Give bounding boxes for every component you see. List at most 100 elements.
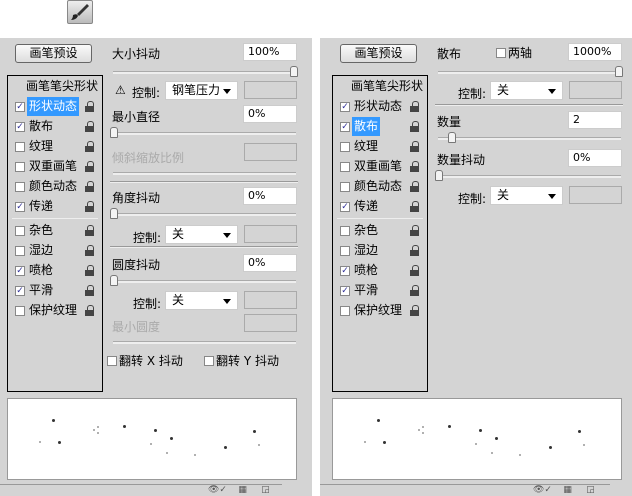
count-slider[interactable] (438, 132, 621, 143)
brush-option-item[interactable]: 画笔笔尖形状 (10, 77, 100, 96)
count-jitter-input[interactable]: 0% (568, 149, 622, 167)
brush-option-item[interactable]: 双重画笔 (10, 157, 100, 176)
size-control-select[interactable]: 钢笔压力 (165, 81, 238, 100)
checkbox-box[interactable] (204, 355, 214, 366)
lock-icon[interactable] (410, 201, 419, 212)
checkbox-box[interactable] (15, 245, 25, 256)
angle-jitter-slider[interactable] (110, 208, 296, 219)
lock-icon[interactable] (410, 305, 419, 316)
lock-icon[interactable] (410, 161, 419, 172)
roundness-jitter-slider[interactable] (110, 275, 296, 286)
lock-icon[interactable] (410, 225, 419, 236)
count-jitter-slider[interactable] (435, 170, 621, 181)
brush-option-item[interactable]: 双重画笔 (335, 157, 425, 176)
brush-preset-button[interactable]: 画笔预设 (340, 44, 417, 63)
checkbox-box[interactable] (340, 225, 350, 236)
slider-thumb[interactable] (110, 275, 118, 286)
checkbox-box[interactable]: ✓ (15, 101, 25, 112)
brush-option-item[interactable]: ✓ 传递 (10, 197, 100, 216)
lock-icon[interactable] (85, 161, 94, 172)
brush-option-item[interactable]: 杂色 (10, 221, 100, 240)
checkbox-box[interactable]: ✓ (340, 121, 350, 132)
slider-thumb[interactable] (290, 66, 298, 77)
lock-icon[interactable] (85, 121, 94, 132)
brush-option-item[interactable]: ✓ 喷枪 (10, 261, 100, 280)
brush-option-item[interactable]: 颜色动态 (10, 177, 100, 196)
checkbox-box[interactable]: ✓ (340, 285, 350, 296)
roundness-jitter-input[interactable]: 0% (243, 254, 297, 272)
lock-icon[interactable] (410, 285, 419, 296)
lock-icon[interactable] (410, 141, 419, 152)
lock-icon[interactable] (85, 285, 94, 296)
brush-option-item[interactable]: ✓ 形状动态 (10, 97, 100, 116)
brush-option-item[interactable]: 杂色 (335, 221, 425, 240)
roundness-control-select[interactable]: 关 (165, 291, 238, 310)
scatter-slider[interactable] (438, 66, 623, 77)
brush-option-item[interactable]: 颜色动态 (335, 177, 425, 196)
checkbox-box[interactable] (340, 141, 350, 152)
lock-icon[interactable] (410, 101, 419, 112)
slider-thumb[interactable] (110, 127, 118, 138)
scatter-control-select[interactable]: 关 (490, 81, 563, 100)
lock-icon[interactable] (85, 101, 94, 112)
checkbox-box[interactable] (340, 181, 350, 192)
slider-thumb[interactable] (435, 170, 443, 181)
brush-option-item[interactable]: ✓ 平滑 (335, 281, 425, 300)
brush-option-item[interactable]: 保护纹理 (335, 301, 425, 320)
brush-option-item[interactable]: 纹理 (10, 137, 100, 156)
slider-thumb[interactable] (615, 66, 623, 77)
brush-option-item[interactable]: 纹理 (335, 137, 425, 156)
checkbox-box[interactable]: ✓ (15, 201, 25, 212)
checkbox-box[interactable] (340, 161, 350, 172)
brush-option-item[interactable]: ✓ 喷枪 (335, 261, 425, 280)
checkbox-box[interactable] (340, 305, 350, 316)
brush-tools-icons[interactable]: 👁✓ ▦ ◲ (208, 485, 270, 495)
brush-option-item[interactable]: ✓ 散布 (10, 117, 100, 136)
lock-icon[interactable] (410, 265, 419, 276)
brush-option-item[interactable]: ✓ 传递 (335, 197, 425, 216)
checkbox-box[interactable]: ✓ (340, 101, 350, 112)
brush-option-item[interactable]: 保护纹理 (10, 301, 100, 320)
lock-icon[interactable] (410, 121, 419, 132)
flip-x-checkbox[interactable]: 翻转 X 抖动 (107, 352, 183, 369)
lock-icon[interactable] (410, 181, 419, 192)
angle-control-select[interactable]: 关 (165, 225, 238, 244)
checkbox-box[interactable] (15, 225, 25, 236)
min-diameter-slider[interactable] (110, 127, 296, 138)
size-jitter-slider[interactable] (113, 66, 298, 77)
scatter-input[interactable]: 1000% (568, 43, 622, 61)
checkbox-box[interactable] (15, 305, 25, 316)
min-diameter-input[interactable]: 0% (243, 105, 297, 123)
checkbox-box[interactable] (15, 141, 25, 152)
brush-option-item[interactable]: ✓ 形状动态 (335, 97, 425, 116)
size-jitter-input[interactable]: 100% (243, 43, 297, 61)
lock-icon[interactable] (410, 245, 419, 256)
flip-y-checkbox[interactable]: 翻转 Y 抖动 (204, 352, 279, 369)
checkbox-box[interactable] (15, 161, 25, 172)
checkbox-box[interactable]: ✓ (15, 121, 25, 132)
slider-thumb[interactable] (448, 132, 456, 143)
checkbox-box[interactable] (107, 355, 117, 366)
lock-icon[interactable] (85, 305, 94, 316)
slider-thumb[interactable] (110, 208, 118, 219)
brush-option-item[interactable]: 湿边 (335, 241, 425, 260)
lock-icon[interactable] (85, 181, 94, 192)
angle-jitter-input[interactable]: 0% (243, 187, 297, 205)
brush-option-item[interactable]: ✓ 散布 (335, 117, 425, 136)
checkbox-box[interactable]: ✓ (340, 201, 350, 212)
brush-option-item[interactable]: ✓ 平滑 (10, 281, 100, 300)
checkbox-box[interactable]: ✓ (15, 265, 25, 276)
brush-tool-button[interactable] (67, 0, 93, 24)
lock-icon[interactable] (85, 245, 94, 256)
count-input[interactable]: 2 (568, 111, 622, 129)
lock-icon[interactable] (85, 265, 94, 276)
checkbox-box[interactable]: ✓ (15, 285, 25, 296)
checkbox-box[interactable]: ✓ (340, 265, 350, 276)
lock-icon[interactable] (85, 225, 94, 236)
brush-tools-icons[interactable]: 👁✓ ▦ ◲ (533, 485, 595, 495)
lock-icon[interactable] (85, 141, 94, 152)
checkbox-box[interactable] (15, 181, 25, 192)
both-axes-checkbox[interactable]: 两轴 (496, 44, 532, 61)
checkbox-box[interactable] (496, 47, 506, 58)
lock-icon[interactable] (85, 201, 94, 212)
